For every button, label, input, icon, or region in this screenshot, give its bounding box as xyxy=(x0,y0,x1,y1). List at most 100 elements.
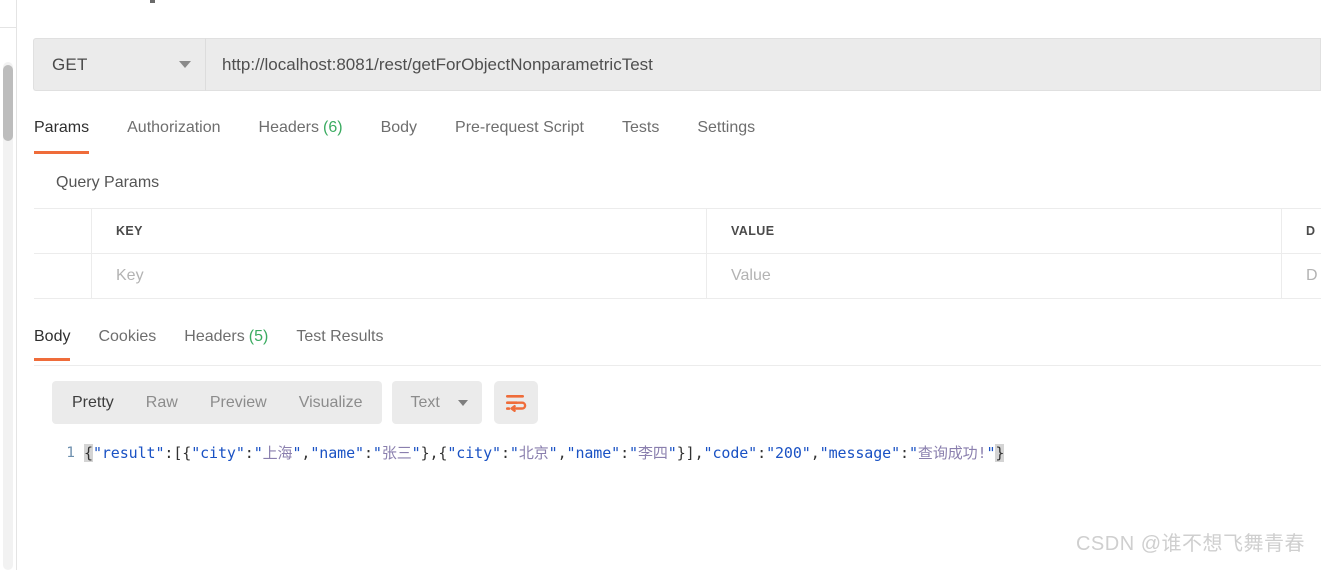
response-tab-bar: Body Cookies Headers (5) Test Results xyxy=(34,325,1321,365)
code-token: "name" xyxy=(310,444,364,462)
response-format-toolbar: Pretty Raw Preview Visualize Text xyxy=(52,381,538,424)
value-input-placeholder: Value xyxy=(731,267,771,284)
code-token: " xyxy=(908,444,918,462)
code-token: 查询成功! xyxy=(917,444,987,462)
tab-count-badge: (5) xyxy=(248,328,269,345)
code-line: 1 {"result":[{"city":"上海","name":"张三"},{… xyxy=(34,436,1321,464)
content-type-select[interactable]: Text xyxy=(392,381,482,424)
key-input-placeholder: Key xyxy=(116,267,144,284)
tab-label: Body xyxy=(380,119,418,136)
main-content: GET http://localhost:8081/rest/getForObj… xyxy=(17,0,1321,570)
tab-label: Cookies xyxy=(98,328,157,345)
header-description-label: D xyxy=(1306,224,1316,238)
header-key-cell: KEY xyxy=(92,209,707,253)
response-tab-body[interactable]: Body xyxy=(34,325,71,361)
tab-label: Headers xyxy=(258,119,319,136)
row-description-cell[interactable]: D xyxy=(1282,254,1321,298)
vertical-scrollbar[interactable] xyxy=(3,62,13,570)
url-input[interactable]: http://localhost:8081/rest/getForObjectN… xyxy=(205,38,1321,91)
code-token: { xyxy=(84,444,93,462)
query-params-table: KEY VALUE D Key Value D xyxy=(34,208,1321,299)
tab-settings[interactable]: Settings xyxy=(697,116,755,154)
watermark: CSDN @谁不想飞舞青春 xyxy=(1075,533,1305,555)
format-tab-pretty[interactable]: Pretty xyxy=(56,381,130,424)
chevron-down-icon xyxy=(457,399,468,406)
tab-label: Params xyxy=(34,119,90,136)
tab-pre-request-script[interactable]: Pre-request Script xyxy=(455,116,584,154)
tab-label: Pre-request Script xyxy=(455,119,584,136)
code-token: : xyxy=(244,444,254,462)
tab-label: Body xyxy=(34,328,71,345)
code-token: } xyxy=(995,444,1005,462)
response-tab-test-results[interactable]: Test Results xyxy=(296,325,383,361)
format-tab-preview[interactable]: Preview xyxy=(194,381,283,424)
format-segmented-control: Pretty Raw Preview Visualize xyxy=(52,381,383,424)
code-token: " xyxy=(667,444,677,462)
code-token: },{ xyxy=(420,444,448,462)
response-divider xyxy=(34,365,1321,366)
tab-params[interactable]: Params xyxy=(34,116,90,154)
word-wrap-icon xyxy=(505,394,527,412)
header-description-cell: D xyxy=(1282,209,1321,253)
tab-label: Authorization xyxy=(127,119,221,136)
code-token: , xyxy=(301,444,311,462)
format-tab-visualize[interactable]: Visualize xyxy=(283,381,379,424)
code-token: : xyxy=(363,444,373,462)
tab-count-badge: (6) xyxy=(323,119,343,136)
url-text: http://localhost:8081/rest/getForObjectN… xyxy=(222,54,653,74)
description-input-placeholder: D xyxy=(1306,267,1318,284)
query-params-title: Query Params xyxy=(56,174,160,191)
response-tab-headers[interactable]: Headers (5) xyxy=(184,325,268,361)
response-body-text: {"result":[{"city":"上海","name":"张三"},{"c… xyxy=(84,442,1004,464)
code-token: "code" xyxy=(703,444,758,462)
code-token: , xyxy=(810,444,820,462)
code-token: "city" xyxy=(191,444,245,462)
code-token: " xyxy=(372,444,382,462)
select-all-cell[interactable] xyxy=(34,209,92,253)
http-method-select[interactable]: GET xyxy=(33,38,205,91)
code-token: : xyxy=(757,444,767,462)
request-tab-bar: Params Authorization Headers (6) Body Pre-req… xyxy=(34,116,1321,159)
code-token: " xyxy=(548,444,558,462)
url-bar: GET http://localhost:8081/rest/getForObj… xyxy=(33,38,1321,91)
code-token: " xyxy=(411,444,421,462)
header-key-label: KEY xyxy=(116,224,143,238)
code-token: , xyxy=(557,444,567,462)
row-key-cell[interactable]: Key xyxy=(92,254,707,298)
word-wrap-button[interactable] xyxy=(493,381,538,424)
tab-tests[interactable]: Tests xyxy=(622,116,659,154)
code-token: : xyxy=(900,444,909,462)
code-token: : xyxy=(500,444,510,462)
tab-headers[interactable]: Headers (6) xyxy=(259,116,343,154)
tab-authorization[interactable]: Authorization xyxy=(127,116,220,154)
tab-label: Headers xyxy=(184,328,245,345)
table-header-row: KEY VALUE D xyxy=(34,209,1321,254)
code-token: " xyxy=(509,444,519,462)
header-value-cell: VALUE xyxy=(707,209,1282,253)
code-token: "message" xyxy=(819,444,901,462)
tab-body[interactable]: Body xyxy=(381,116,417,154)
postman-request-response-panel: GET http://localhost:8081/rest/getForObj… xyxy=(0,0,1321,570)
format-tab-raw[interactable]: Raw xyxy=(130,381,194,424)
http-method-label: GET xyxy=(52,54,88,74)
content-type-label: Text xyxy=(410,393,440,411)
code-token: 上海 xyxy=(262,444,293,462)
row-checkbox-cell[interactable] xyxy=(34,254,92,298)
code-token: :[{ xyxy=(164,444,192,462)
line-number: 1 xyxy=(66,445,75,461)
tab-label: Test Results xyxy=(296,328,384,345)
chevron-down-icon xyxy=(179,61,191,68)
response-tab-cookies[interactable]: Cookies xyxy=(98,325,156,361)
code-token: " xyxy=(253,444,263,462)
panel-corner xyxy=(0,0,17,28)
code-token: 张三 xyxy=(381,444,412,462)
scrollbar-thumb[interactable] xyxy=(3,65,13,141)
table-row: Key Value D xyxy=(34,254,1321,299)
code-token: 北京 xyxy=(518,444,549,462)
code-token: "200" xyxy=(766,444,811,462)
tab-label: Settings xyxy=(697,119,756,136)
row-value-cell[interactable]: Value xyxy=(707,254,1282,298)
code-token: "city" xyxy=(447,444,501,462)
header-value-label: VALUE xyxy=(731,224,775,238)
tab-label: Tests xyxy=(621,119,660,136)
